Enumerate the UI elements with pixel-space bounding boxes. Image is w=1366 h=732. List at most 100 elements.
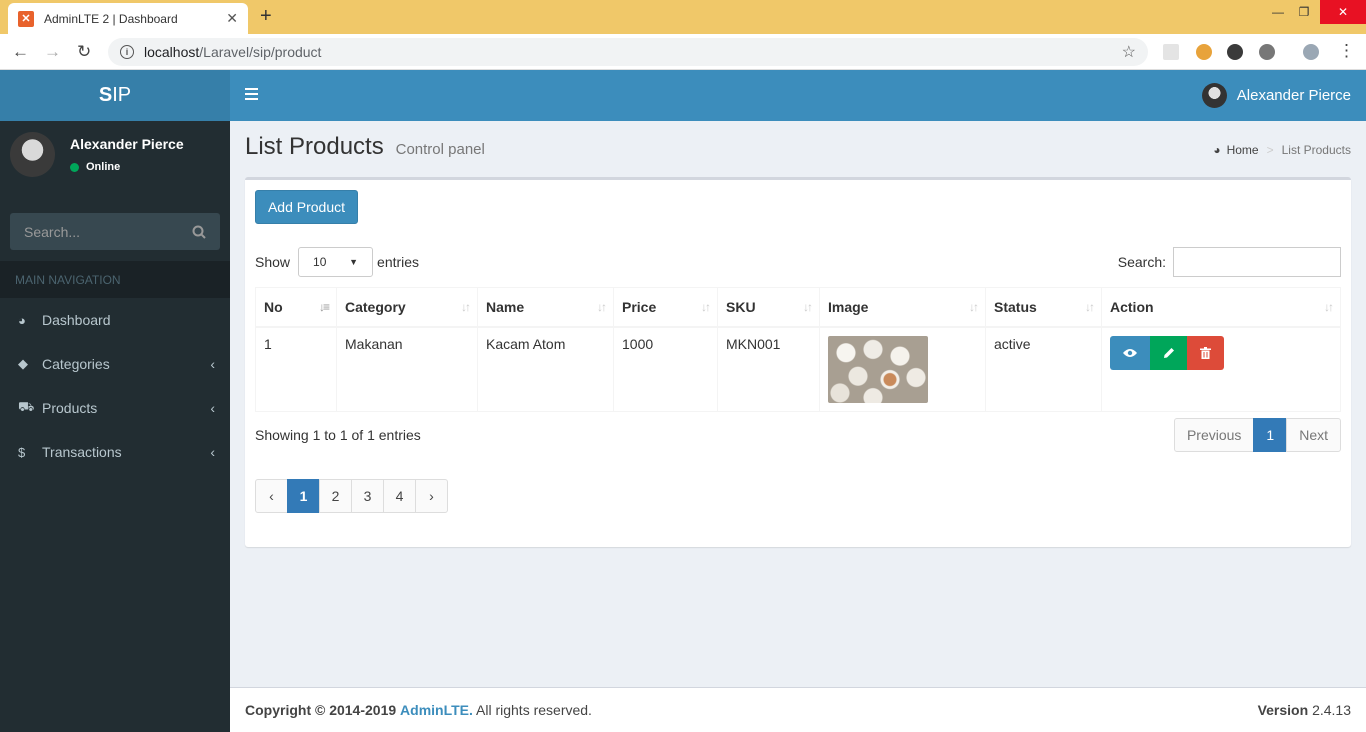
bookmark-star-icon[interactable]: ☆ [1122,42,1136,62]
footer-version: Version 2.4.13 [1258,702,1351,718]
delete-button[interactable] [1187,335,1224,370]
sidebar-item-products[interactable]: ⛟ Products ‹ [0,386,230,430]
pencil-icon [1163,347,1174,358]
browser-menu-icon[interactable]: ⋮ [1338,41,1355,61]
breadcrumb-current: List Products [1281,143,1351,157]
column-header-status[interactable]: Status ↓↑ [985,287,1102,328]
column-header-name[interactable]: Name ↓↑ [477,287,614,328]
xampp-favicon-icon: ✕ [18,10,34,27]
column-header-image[interactable]: Image ↓↑ [819,287,986,328]
footer-copyright: Copyright © 2014-2019 AdminLTE. All righ… [245,702,1258,718]
sidebar-menu: ◕ Dashboard ◆ Categories ‹ ⛟ Products ‹ … [0,298,230,474]
cell-status: active [985,326,1102,412]
status-label: Online [86,161,121,173]
user-status: Online [70,161,120,173]
sidebar-item-transactions[interactable]: $ Transactions ‹ [0,430,230,474]
content-header: List Products Control panel ◕ Home > Lis… [245,133,1351,173]
window-close-button[interactable]: ✕ [1320,0,1366,24]
dashboard-icon: ◕ [18,312,26,328]
cart-icon: ⛟ [18,399,35,414]
pagination-page-1[interactable]: 1 [287,479,320,513]
copyright-text: Copyright © 2014-2019 [245,702,397,718]
page-subtitle: Control panel [395,141,485,158]
back-arrow-icon[interactable]: ← [12,42,29,62]
sidebar-item-categories[interactable]: ◆ Categories ‹ [0,342,230,386]
pagination-prev-button[interactable]: ‹ [255,479,288,513]
extension-icon[interactable] [1259,44,1275,60]
cell-price: 1000 [613,326,718,412]
footer: Copyright © 2014-2019 AdminLTE. All righ… [230,687,1366,732]
edit-button[interactable] [1150,335,1187,370]
logo-rest: IP [112,84,132,106]
extension-icon[interactable] [1163,44,1179,60]
extension-icon[interactable] [1227,44,1243,60]
column-header-price[interactable]: Price ↓↑ [613,287,718,328]
reload-icon[interactable]: ↻ [77,42,91,62]
sidebar-item-label: Dashboard [42,312,111,328]
breadcrumb-home[interactable]: Home [1227,143,1259,157]
page-button-1[interactable]: 1 [1253,418,1288,452]
pagination-page-3[interactable]: 3 [351,479,384,513]
sort-asc-icon: ↓≡ [318,300,330,314]
url-path: /Laravel/sip/product [199,44,322,60]
products-table: No ↓≡ Category ↓↑ Name ↓↑ Price ↓↑ SKU ↓↑ Ima… [255,287,1341,412]
table-search-input[interactable] [1173,247,1341,277]
sort-icon: ↓↑ [597,300,607,314]
tab-close-icon[interactable]: ✕ [226,10,238,27]
entries-label: entries [377,254,420,270]
sort-icon: ↓↑ [1324,300,1334,314]
cell-name: Kacam Atom [477,326,614,412]
column-header-sku[interactable]: SKU ↓↑ [717,287,820,328]
nav-user-name: Alexander Pierce [1236,87,1351,104]
user-panel: Alexander Pierce Online [0,121,230,213]
sidebar-toggle-icon[interactable] [245,88,258,102]
user-name: Alexander Pierce [70,136,184,152]
version-label: Version [1257,702,1309,718]
browser-tab[interactable]: ✕ AdminLTE 2 | Dashboard ✕ [8,3,248,34]
cell-category: Makanan [336,326,478,412]
sort-icon: ↓↑ [701,300,711,314]
cell-image [819,326,986,412]
site-info-icon[interactable]: i [120,45,134,59]
pagination-page-4[interactable]: 4 [383,479,416,513]
search-icon[interactable] [192,225,206,239]
address-url: localhost/Laravel/sip/product [144,44,1122,60]
forward-arrow-icon[interactable]: → [44,42,61,62]
cell-no: 1 [255,326,337,412]
pagination-page-2[interactable]: 2 [319,479,352,513]
column-label: Action [1110,298,1154,315]
extension-icon[interactable] [1196,44,1212,60]
add-product-button[interactable]: Add Product [255,190,358,224]
previous-page-button[interactable]: Previous [1173,418,1255,452]
column-label: No [264,298,283,315]
nav-header: MAIN NAVIGATION [0,261,230,298]
column-label: Price [622,298,657,315]
footer-brand-link[interactable]: AdminLTE. [400,702,473,718]
next-page-button[interactable]: Next [1286,418,1341,452]
new-tab-button[interactable]: + [260,5,272,28]
table-header-row: No ↓≡ Category ↓↑ Name ↓↑ Price ↓↑ SKU ↓↑ Ima… [255,287,1341,328]
user-menu[interactable]: Alexander Pierce [1201,83,1351,108]
pagination-next-button[interactable]: › [415,479,448,513]
app-logo[interactable]: S IP [0,70,230,121]
chevron-left-icon: ‹ [210,444,215,460]
profile-avatar-icon[interactable] [1303,44,1319,60]
window-maximize-button[interactable]: ❐ [1289,0,1319,24]
sidebar-search-input[interactable]: Search... [10,213,220,250]
column-header-no[interactable]: No ↓≡ [255,287,337,328]
cell-sku: MKN001 [717,326,820,412]
breadcrumb: ◕ Home > List Products [1213,143,1351,157]
entries-length-control: Show 10 ▼ entries [255,247,419,277]
column-header-category[interactable]: Category ↓↑ [336,287,478,328]
avatar [1201,83,1227,108]
sidebar-item-dashboard[interactable]: ◕ Dashboard [0,298,230,342]
view-button[interactable] [1110,335,1150,370]
cell-action [1101,326,1341,412]
datatable-pagination: Previous 1 Next [1173,418,1341,452]
address-bar[interactable]: i localhost/Laravel/sip/product ☆ [108,38,1148,66]
sort-icon: ↓↑ [969,300,979,314]
sidebar-item-label: Products [42,400,98,416]
caret-down-icon: ▼ [349,257,359,267]
column-header-action[interactable]: Action ↓↑ [1101,287,1341,328]
entries-select[interactable]: 10 ▼ [298,247,374,277]
